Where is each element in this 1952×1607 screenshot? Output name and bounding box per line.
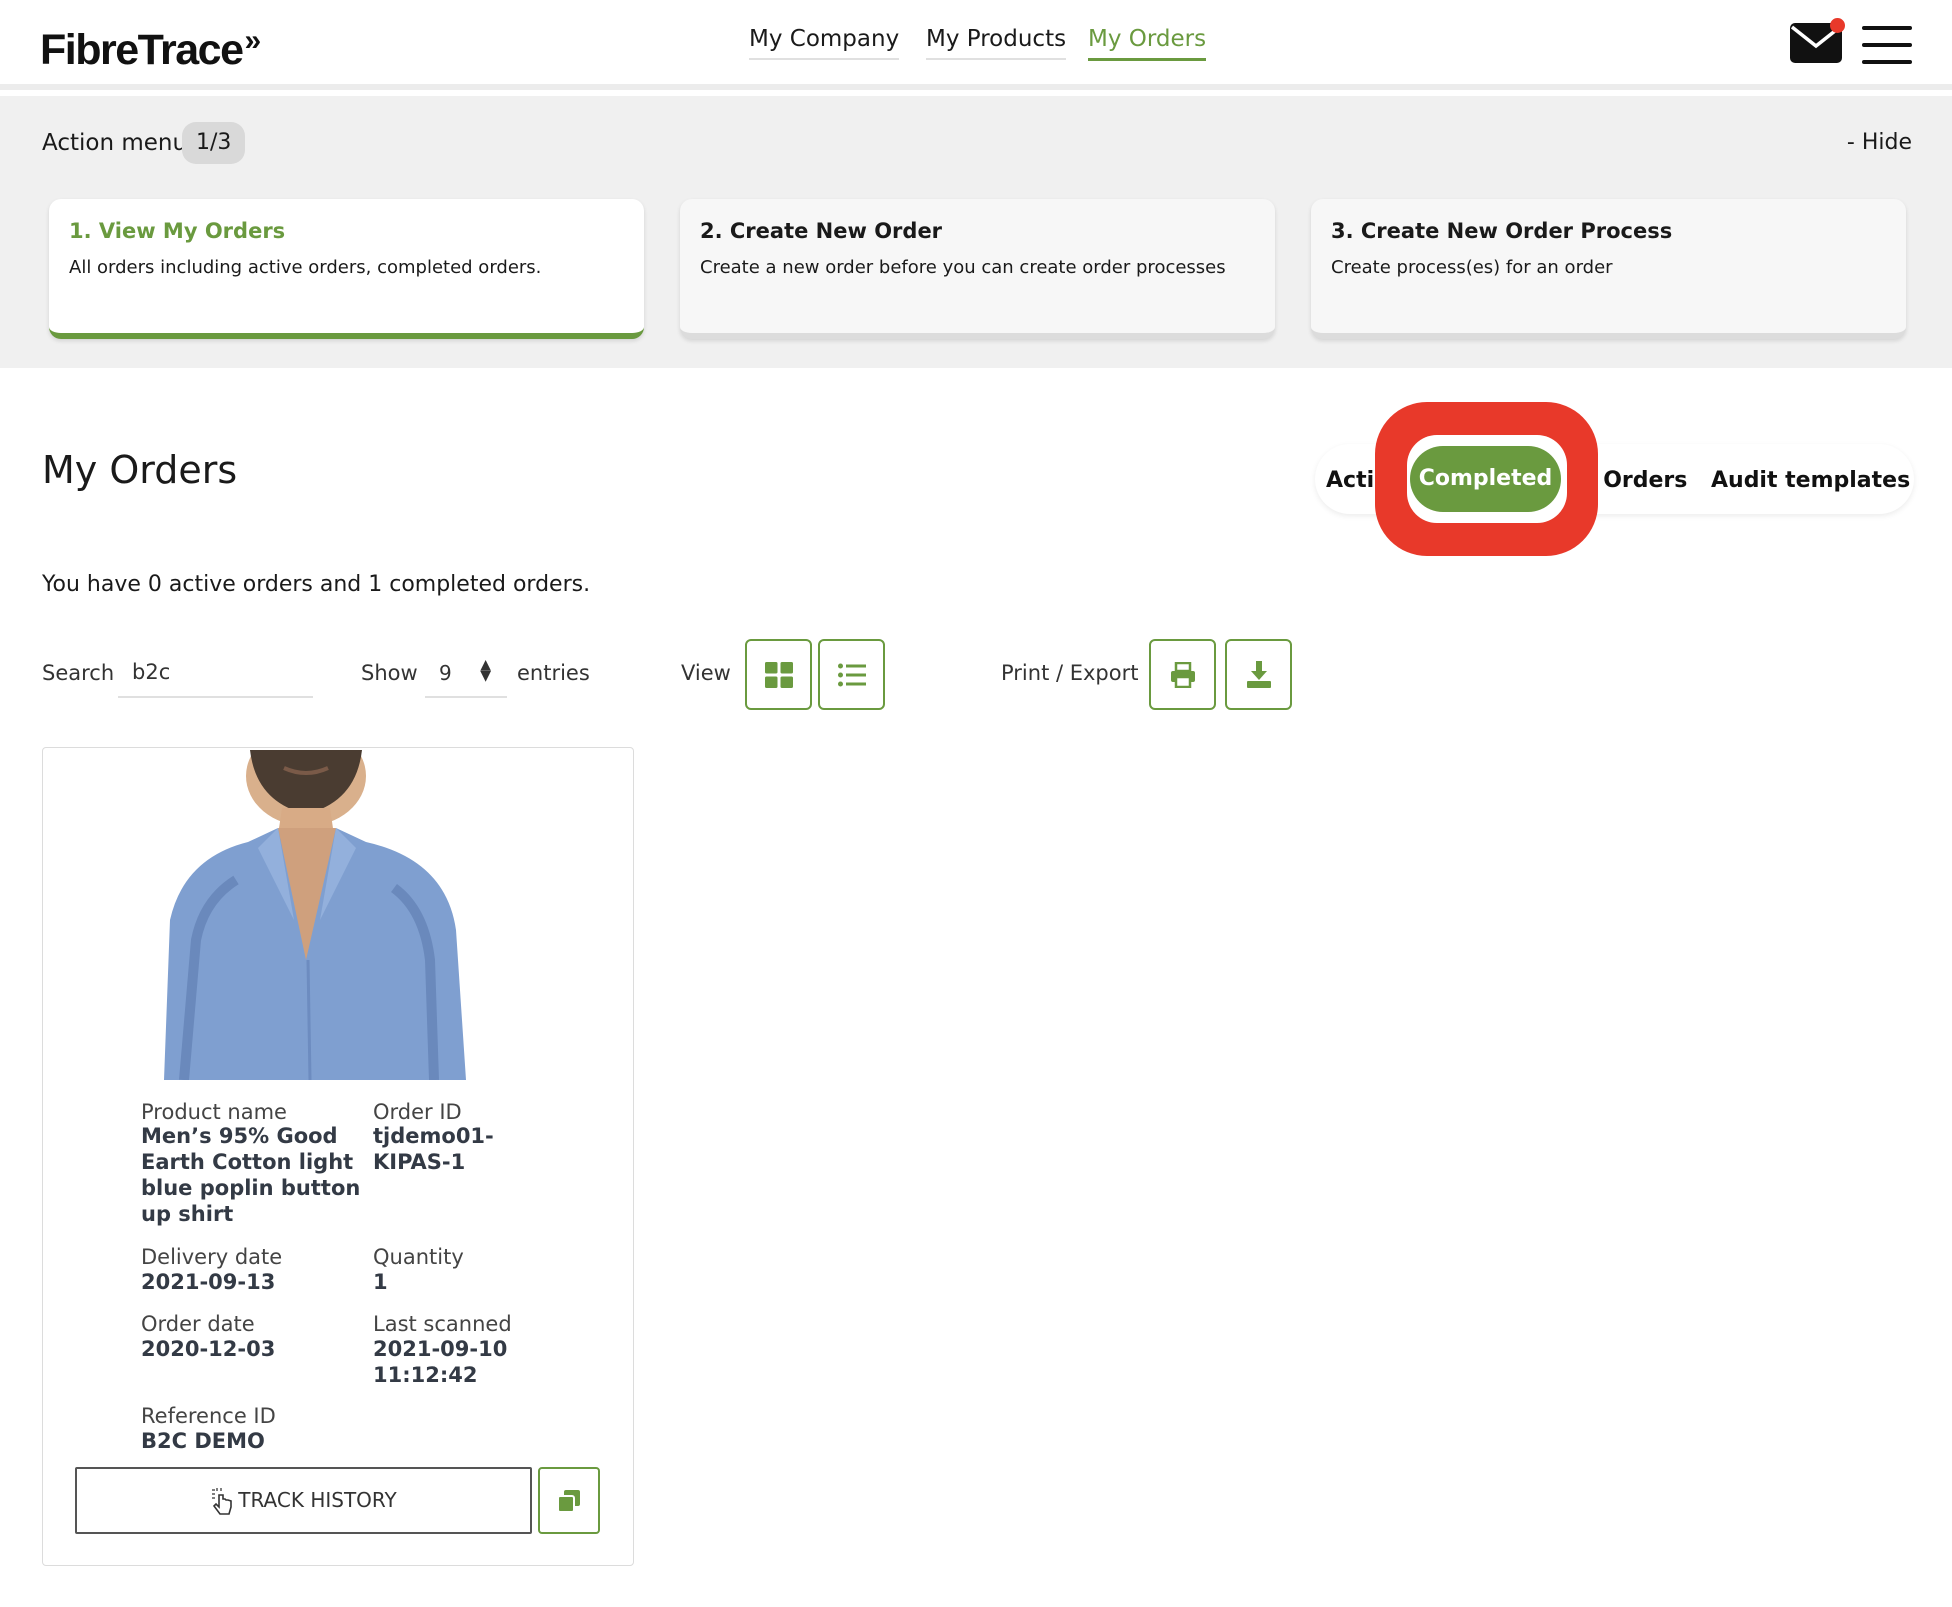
- entries-per-page-select[interactable]: 9 ▲ ▼: [425, 648, 507, 698]
- entries-label: entries: [517, 661, 590, 685]
- hamburger-menu-icon[interactable]: [1862, 26, 1912, 64]
- logo-text: FibreTrace: [40, 26, 244, 74]
- orders-summary: You have 0 active orders and 1 completed…: [42, 572, 591, 597]
- entries-per-page-value: 9: [439, 661, 452, 685]
- quantity-label: Quantity: [373, 1245, 464, 1269]
- quantity-value: 1: [373, 1270, 388, 1294]
- reference-id-label: Reference ID: [141, 1404, 276, 1428]
- last-scanned-value: 2021-09-10 11:12:42: [373, 1337, 508, 1387]
- action-card-view-orders[interactable]: 1. View My Orders All orders including a…: [49, 199, 644, 339]
- action-card-title: 3. Create New Order Process: [1331, 219, 1673, 243]
- top-header: FibreTrace» My Company My Products My Or…: [0, 0, 1952, 90]
- delivery-date-label: Delivery date: [141, 1245, 283, 1269]
- order-card[interactable]: Product name Men’s 95% Good Earth Cotton…: [42, 747, 634, 1566]
- order-id-value: tjdemo01- KIPAS-1: [373, 1124, 494, 1174]
- action-card-description: All orders including active orders, comp…: [69, 257, 542, 278]
- reference-id-value: B2C DEMO: [141, 1429, 265, 1453]
- print-button[interactable]: [1149, 639, 1216, 710]
- list-view-icon: [837, 663, 866, 686]
- sort-arrows-icon: ▲ ▼: [480, 657, 491, 684]
- action-menu-hide-link[interactable]: - Hide: [1847, 130, 1912, 155]
- track-history-button[interactable]: TRACK HISTORY: [75, 1467, 532, 1534]
- print-icon: [1170, 661, 1195, 688]
- track-history-label: TRACK HISTORY: [238, 1488, 397, 1512]
- search-label: Search: [42, 661, 115, 685]
- action-menu-step-badge: 1/3: [182, 122, 246, 164]
- action-card-create-order[interactable]: 2. Create New Order Create a new order b…: [680, 199, 1275, 339]
- copy-icon: [558, 1489, 580, 1512]
- logo-chevron-icon: »: [244, 24, 262, 57]
- copy-order-button[interactable]: [538, 1467, 600, 1534]
- action-card-description: Create a new order before you can create…: [700, 257, 1226, 278]
- page-title: My Orders: [42, 448, 238, 492]
- pointer-hand-icon: [212, 1487, 233, 1515]
- action-menu-title: Action menu: [42, 130, 188, 156]
- order-id-label: Order ID: [373, 1100, 462, 1124]
- action-card-title: 2. Create New Order: [700, 219, 943, 243]
- nav-my-orders[interactable]: My Orders: [1088, 26, 1207, 61]
- order-date-value: 2020-12-03: [141, 1337, 276, 1361]
- product-name-label: Product name: [141, 1100, 287, 1124]
- tab-all-orders[interactable]: l Orders: [1588, 468, 1687, 493]
- tab-active-orders[interactable]: Acti: [1326, 468, 1374, 493]
- tab-audit-templates[interactable]: Audit templates: [1711, 468, 1910, 493]
- search-input[interactable]: [118, 648, 313, 698]
- download-icon: [1246, 660, 1271, 688]
- list-view-button[interactable]: [818, 639, 885, 710]
- order-date-label: Order date: [141, 1312, 255, 1336]
- view-label: View: [681, 661, 731, 685]
- action-card-create-process[interactable]: 3. Create New Order Process Create proce…: [1311, 199, 1906, 339]
- print-export-label: Print / Export: [1001, 661, 1139, 685]
- notification-dot-icon: [1830, 18, 1845, 33]
- nav-my-company[interactable]: My Company: [749, 26, 900, 60]
- grid-view-button[interactable]: [745, 639, 812, 710]
- action-card-title: 1. View My Orders: [69, 219, 286, 243]
- delivery-date-value: 2021-09-13: [141, 1270, 276, 1294]
- product-name-value: Men’s 95% Good Earth Cotton light blue p…: [141, 1124, 361, 1226]
- grid-view-icon: [764, 661, 793, 688]
- fibretrace-logo[interactable]: FibreTrace»: [40, 24, 262, 75]
- last-scanned-label: Last scanned: [373, 1312, 512, 1336]
- product-photo-blue-shirt: [144, 750, 564, 1080]
- action-card-description: Create process(es) for an order: [1331, 257, 1613, 278]
- tab-completed[interactable]: Completed: [1410, 446, 1561, 512]
- nav-my-products[interactable]: My Products: [926, 26, 1067, 60]
- action-menu-panel: Action menu 1/3 - Hide 1. View My Orders…: [0, 96, 1952, 368]
- show-label: Show: [361, 661, 418, 685]
- export-download-button[interactable]: [1225, 639, 1292, 710]
